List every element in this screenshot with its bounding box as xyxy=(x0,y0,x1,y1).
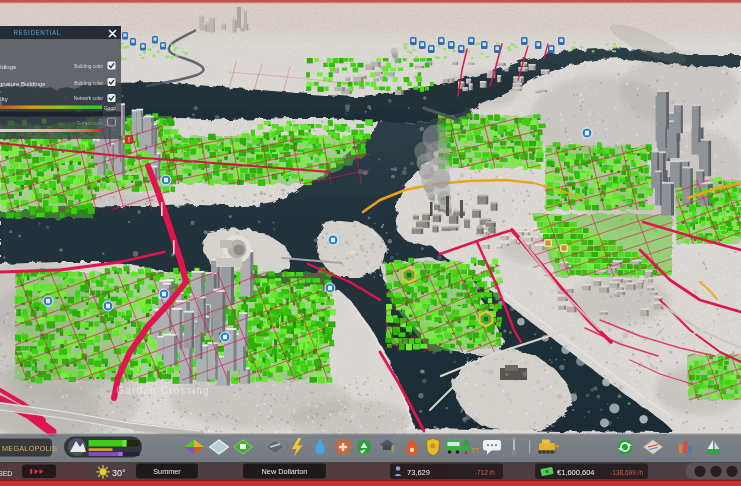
svg-text:Good: Good xyxy=(104,106,116,111)
svg-text:Summer: Summer xyxy=(153,467,181,476)
svg-text:-712 /h: -712 /h xyxy=(475,469,496,476)
svg-text:New Dollarton: New Dollarton xyxy=(262,467,308,476)
svg-text:ildings: ildings xyxy=(0,64,16,70)
svg-text:Terrain color: Terrain color xyxy=(77,121,104,126)
svg-text:!: ! xyxy=(128,136,130,143)
svg-text:SED: SED xyxy=(0,470,12,477)
svg-text:MEGALOPOLIS: MEGALOPOLIS xyxy=(2,444,57,453)
svg-text:Building color: Building color xyxy=(74,64,103,69)
svg-text:Building color: Building color xyxy=(74,81,103,86)
svg-text:73,629: 73,629 xyxy=(407,468,430,477)
svg-text:Garden Crossing: Garden Crossing xyxy=(116,385,210,396)
svg-text:ility: ility xyxy=(0,96,8,102)
svg-text:30°: 30° xyxy=(112,468,126,478)
svg-text:gnature Buildings: gnature Buildings xyxy=(0,81,45,87)
svg-text:-138,699 /h: -138,699 /h xyxy=(610,469,643,476)
svg-text:€1,600,604: €1,600,604 xyxy=(557,468,595,477)
svg-text:Network color: Network color xyxy=(74,96,104,101)
svg-text:RESIDENTIAL: RESIDENTIAL xyxy=(14,29,61,36)
